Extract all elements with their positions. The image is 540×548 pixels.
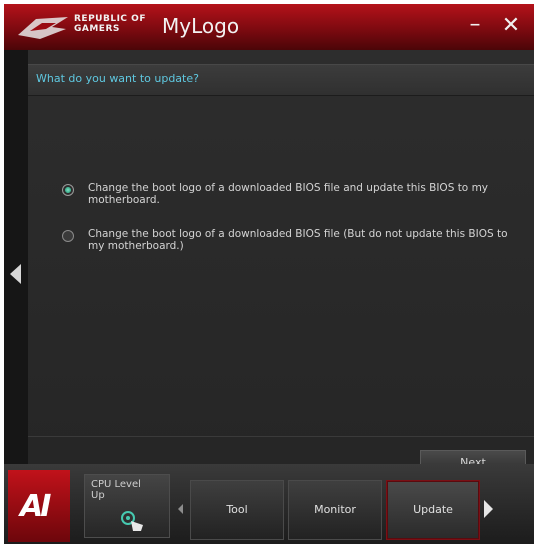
- tab-scroll-left-icon[interactable]: [178, 504, 183, 514]
- divider: [28, 436, 534, 437]
- close-button[interactable]: ✕: [498, 13, 524, 39]
- minimize-icon: –: [469, 12, 481, 37]
- tab-monitor[interactable]: Monitor: [288, 480, 382, 540]
- ai-logo-text: AI: [20, 489, 51, 524]
- app-title: MyLogo: [162, 14, 240, 38]
- left-rail: [4, 50, 28, 464]
- radio-selected-icon[interactable]: [62, 184, 74, 196]
- cpu-level-up-tile[interactable]: CPU Level Up: [84, 474, 170, 538]
- main-panel: What do you want to update? Change the b…: [28, 50, 534, 476]
- ai-suite-logo[interactable]: AI: [8, 470, 70, 542]
- left-arrow-icon[interactable]: [10, 264, 21, 284]
- cpu-level-up-label: CPU Level Up: [91, 479, 141, 501]
- option-label: Change the boot logo of a downloaded BIO…: [88, 182, 489, 206]
- rog-brand-line2: GAMERS: [74, 24, 120, 34]
- rog-brand: REPUBLIC OF GAMERS: [74, 14, 146, 34]
- bottom-bar: AI CPU Level Up Tool Monitor Update: [4, 464, 534, 544]
- close-icon: ✕: [501, 13, 521, 38]
- question-text: What do you want to update?: [36, 72, 199, 85]
- radio-unselected-icon[interactable]: [62, 230, 74, 242]
- question-bar: What do you want to update?: [28, 64, 534, 96]
- rog-brand-line1: REPUBLIC OF: [74, 14, 146, 24]
- mylogo-window: REPUBLIC OF GAMERS MyLogo – ✕ What do yo…: [4, 4, 534, 544]
- tab-update[interactable]: Update: [386, 480, 480, 540]
- rog-eye-icon: [18, 17, 68, 39]
- option-label: Change the boot logo of a downloaded BIO…: [88, 228, 508, 252]
- hand-pointer-icon: [121, 511, 143, 531]
- tab-tool[interactable]: Tool: [190, 480, 284, 540]
- title-bar: REPUBLIC OF GAMERS MyLogo – ✕: [4, 4, 534, 51]
- right-arrow-icon[interactable]: [484, 500, 493, 518]
- minimize-button[interactable]: –: [462, 13, 488, 39]
